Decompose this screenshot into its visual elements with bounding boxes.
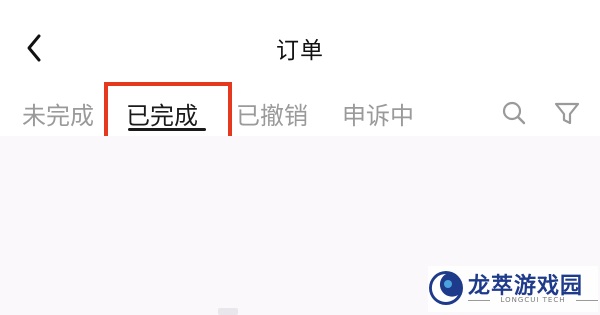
scroll-indicator: [218, 308, 238, 315]
brand-logo-icon: [429, 271, 463, 305]
tab-in-appeal[interactable]: 申诉中: [342, 96, 414, 131]
tab-completed[interactable]: 已完成: [126, 96, 198, 131]
page-title: 订单: [276, 38, 324, 64]
tab-incomplete[interactable]: 未完成: [22, 96, 94, 131]
search-icon[interactable]: [500, 99, 528, 127]
watermark-divider-right: [576, 300, 598, 301]
active-tab-indicator: [128, 128, 206, 131]
watermark: 龙萃游戏园 LONGCUI TECH: [428, 266, 598, 312]
filter-icon[interactable]: [553, 99, 581, 127]
tab-cancelled[interactable]: 已撤销: [236, 96, 308, 131]
app-header: 订单: [0, 0, 600, 92]
